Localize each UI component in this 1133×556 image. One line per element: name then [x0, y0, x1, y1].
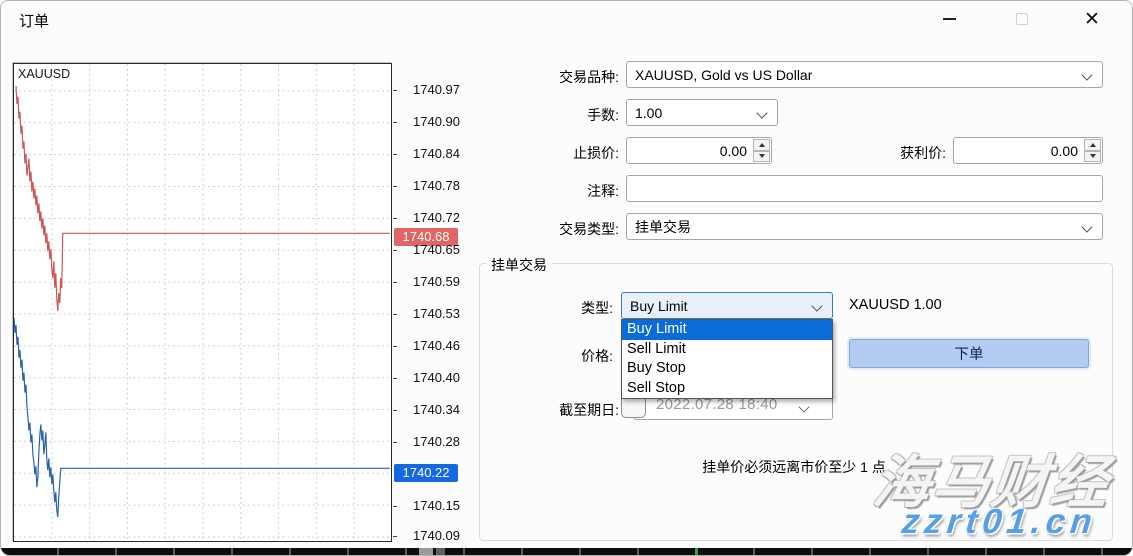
chevron-down-icon: [1081, 69, 1092, 80]
axis-tick: [393, 122, 397, 123]
spinner-up-button[interactable]: [1084, 139, 1101, 151]
axis-price-label: 1740.72: [413, 210, 460, 225]
close-icon: ✕: [1084, 8, 1100, 31]
axis-price-label: 1740.65: [413, 242, 460, 257]
take-profit-input[interactable]: 0.00: [953, 137, 1103, 164]
dropdown-option-buy-stop[interactable]: Buy Stop: [622, 359, 832, 379]
axis-price-label: 1740.40: [413, 370, 460, 385]
axis-tick: [393, 536, 397, 537]
place-order-button[interactable]: 下单: [849, 339, 1089, 368]
order-dialog: 订单 ✕ XAUUSD 1740.97 1740.90 1740.84 1740.78…: [0, 0, 1133, 556]
axis-tick: [393, 218, 397, 219]
axis-price-label: 1740.46: [413, 338, 460, 353]
time-axis-marker: [695, 548, 698, 556]
tick-chart: XAUUSD: [13, 63, 392, 542]
spinner-down-button[interactable]: [753, 151, 770, 163]
stop-loss-spinner: [753, 139, 770, 162]
axis-price-label: 1740.90: [413, 114, 460, 129]
axis-price-label: 1740.53: [413, 306, 460, 321]
axis-price-label: 1740.34: [413, 402, 460, 417]
arrow-down-icon: [759, 154, 765, 158]
title-bar[interactable]: 订单 ✕: [1, 1, 1132, 39]
symbol-combobox[interactable]: XAUUSD, Gold vs US Dollar: [626, 61, 1103, 88]
axis-price-label: 1740.28: [413, 434, 460, 449]
stop-loss-input[interactable]: 0.00: [626, 137, 772, 164]
spinner-down-button[interactable]: [1084, 151, 1101, 163]
symbol-label: 交易品种:: [481, 67, 619, 87]
axis-price-label: 1740.84: [413, 146, 460, 161]
order-type-dropdown: Buy LimitSell LimitBuy StopSell Stop: [621, 319, 833, 399]
price-label: 价格:: [475, 346, 613, 366]
arrow-down-icon: [1090, 154, 1096, 158]
maximize-icon: [1016, 13, 1028, 25]
price-scale: 1740.97 1740.90 1740.84 1740.78 1740.72 1740.…: [393, 63, 467, 543]
minimize-button[interactable]: [926, 1, 972, 37]
watermark-url: zzrt01.cn: [900, 502, 1099, 542]
bid-tick-line: [14, 318, 390, 517]
axis-price-label: 1740.15: [413, 498, 460, 513]
chevron-down-icon: [756, 107, 767, 118]
bid-price-tag: 1740.22: [394, 464, 458, 482]
chevron-down-icon: [1081, 221, 1092, 232]
maximize-button[interactable]: [999, 1, 1045, 37]
taskbar-segment: [419, 548, 433, 556]
axis-tick: [393, 314, 397, 315]
order-type-label: 类型:: [475, 298, 613, 318]
pending-order-group-title: 挂单交易: [486, 255, 552, 275]
axis-tick: [393, 378, 397, 379]
axis-price-label: 1740.59: [413, 274, 460, 289]
axis-tick: [393, 250, 397, 251]
volume-value: 1.00: [627, 105, 662, 121]
spinner-up-button[interactable]: [753, 139, 770, 151]
arrow-up-icon: [1090, 143, 1096, 147]
order-type-combobox[interactable]: Buy Limit: [621, 292, 833, 319]
symbol-value: XAUUSD, Gold vs US Dollar: [627, 67, 812, 83]
axis-tick: [393, 282, 397, 283]
close-button[interactable]: ✕: [1069, 1, 1115, 37]
background-time-axis: [1, 548, 1133, 556]
order-type-value: Buy Limit: [622, 298, 688, 314]
minimize-icon: [943, 18, 956, 20]
tick-chart-canvas: [14, 64, 391, 541]
comment-label: 注释:: [481, 181, 619, 201]
take-profit-spinner: [1084, 139, 1101, 162]
dropdown-option-sell-limit[interactable]: Sell Limit: [622, 340, 832, 360]
axis-tick: [393, 346, 397, 347]
chart-symbol-label: XAUUSD: [18, 67, 70, 81]
dropdown-option-sell-stop[interactable]: Sell Stop: [622, 379, 832, 399]
comment-input[interactable]: [626, 175, 1103, 202]
axis-tick: [393, 186, 397, 187]
axis-tick: [393, 506, 397, 507]
axis-price-label: 1740.97: [413, 82, 460, 97]
take-profit-label: 获利价:: [808, 143, 946, 163]
taskbar-segment: [436, 548, 445, 556]
expiry-label: 截至期日:: [481, 400, 619, 420]
axis-tick: [393, 90, 397, 91]
chevron-down-icon: [811, 300, 822, 311]
window-title: 订单: [19, 10, 49, 31]
axis-tick: [393, 410, 397, 411]
axis-price-label: 1740.78: [413, 178, 460, 193]
order-summary: XAUUSD 1.00: [849, 297, 942, 313]
volume-label: 手数:: [481, 105, 619, 125]
dropdown-option-buy-limit[interactable]: Buy Limit: [622, 320, 832, 340]
trade-type-combobox[interactable]: 挂单交易: [626, 213, 1103, 240]
trade-type-label: 交易类型:: [481, 219, 619, 239]
axis-price-label: 1740.09: [413, 528, 460, 543]
axis-tick: [393, 442, 397, 443]
axis-tick: [393, 154, 397, 155]
chevron-down-icon: [798, 401, 809, 412]
arrow-up-icon: [759, 143, 765, 147]
trade-type-value: 挂单交易: [627, 217, 691, 237]
volume-combobox[interactable]: 1.00: [626, 99, 778, 126]
stop-loss-label: 止损价:: [481, 143, 619, 163]
